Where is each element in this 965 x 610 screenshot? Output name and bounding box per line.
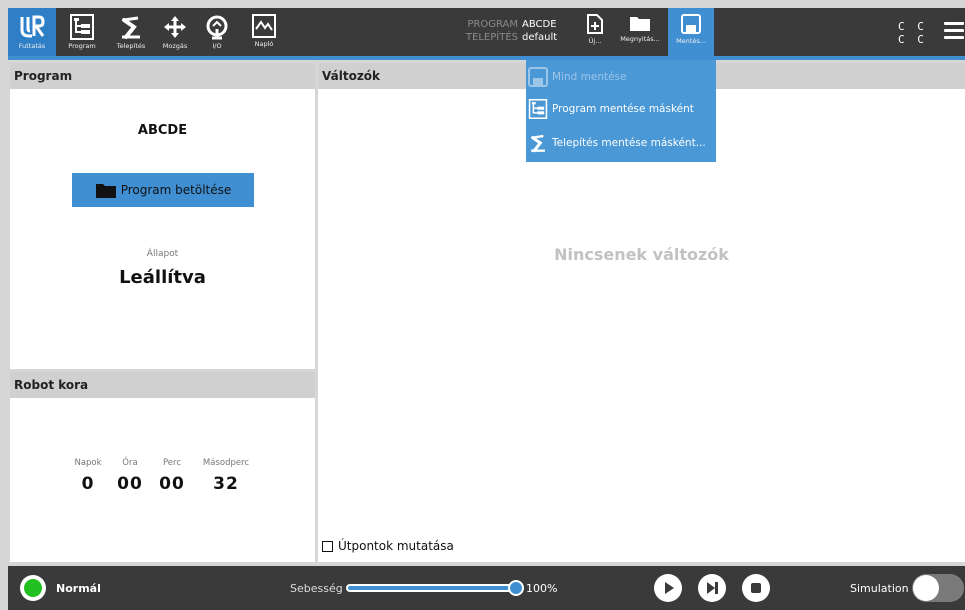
- robot-arm-icon: [531, 134, 545, 153]
- install-key: TELEPÍTÉS: [465, 32, 518, 43]
- state-value: Leállítva: [119, 267, 206, 288]
- nav-program-button[interactable]: Program: [58, 8, 106, 56]
- age-seconds-value: 32: [213, 474, 239, 494]
- simulation-toggle[interactable]: [912, 574, 964, 602]
- program-name: ABCDE: [137, 123, 188, 138]
- age-days-label: Napok: [74, 458, 102, 468]
- program-panel-title: Program: [10, 63, 315, 89]
- cc-indicator: C C C C: [898, 20, 927, 46]
- age-days: Napok 0: [68, 458, 108, 494]
- age-minutes: Perc 00: [152, 458, 192, 494]
- cc-line-1: C C: [898, 20, 927, 33]
- robot-age-panel: Napok 0 Óra 00 Perc 00 Másodperc 32: [10, 398, 315, 562]
- nav-io-label: I/O: [212, 42, 222, 50]
- folder-icon: [95, 184, 116, 198]
- age-minutes-label: Perc: [162, 458, 182, 468]
- ur-logo-icon: [20, 15, 45, 38]
- age-seconds: Másodperc 32: [194, 458, 258, 494]
- robot-age-title: Robot kora: [10, 372, 315, 398]
- simulation-toggle-knob: [913, 575, 939, 601]
- io-icon: [206, 15, 228, 40]
- load-program-button[interactable]: Program betöltése: [72, 173, 254, 207]
- no-variables-text: Nincsenek változók: [554, 245, 729, 264]
- nav-program-label: Program: [68, 42, 96, 50]
- folder-icon: [630, 17, 650, 31]
- install-value: default: [522, 32, 558, 43]
- hamburger-icon[interactable]: [944, 22, 964, 42]
- menu-save-program-as[interactable]: Program mentése másként: [526, 92, 716, 126]
- nav-log-button[interactable]: Napló: [238, 8, 290, 56]
- play-icon: [665, 582, 674, 594]
- show-waypoints-checkbox[interactable]: Útpontok mutatása: [322, 539, 454, 553]
- save-label: Mentés...: [676, 37, 706, 45]
- footer-bar: Normál Sebesség 100% Simulation: [8, 566, 965, 610]
- save-disk-icon: [681, 14, 701, 34]
- nav-move-button[interactable]: Mozgás: [154, 8, 196, 56]
- open-label: Megnyitás...: [620, 35, 660, 43]
- nav-move-label: Mozgás: [162, 42, 188, 50]
- play-button[interactable]: [654, 574, 682, 602]
- program-panel: ABCDE Program betöltése Állapot Leállítv…: [10, 89, 315, 369]
- nav-io-button[interactable]: I/O: [196, 8, 238, 56]
- robot-status: Normál: [56, 582, 101, 595]
- cc-line-2: C C: [898, 33, 927, 46]
- age-hours-label: Óra: [122, 458, 138, 468]
- nav-install-label: Telepítés: [116, 42, 146, 50]
- speed-slider-fill: [348, 586, 516, 590]
- log-chart-icon: [252, 14, 276, 38]
- speed-slider-thumb[interactable]: [508, 580, 524, 596]
- step-button[interactable]: [698, 574, 726, 602]
- menu-save-install-as[interactable]: Telepítés mentése másként...: [526, 126, 716, 160]
- step-icon: [707, 582, 718, 594]
- checkbox-box[interactable]: [322, 540, 333, 552]
- robot-arm-icon: [122, 16, 140, 39]
- open-button[interactable]: Megnyitás...: [614, 8, 666, 56]
- new-label: Új...: [588, 37, 602, 45]
- top-bar: Futtatás Program Telepítés Mozgás I/O Na…: [8, 8, 965, 60]
- state-caption: Állapot: [146, 249, 179, 259]
- save-button[interactable]: Mentés...: [668, 8, 714, 60]
- new-button[interactable]: Új...: [580, 8, 610, 56]
- new-file-icon: [587, 14, 603, 34]
- power-status-icon[interactable]: [20, 575, 46, 601]
- menu-save-program-as-label: Program mentése másként: [552, 103, 694, 115]
- speed-label: Sebesség: [290, 582, 343, 595]
- age-minutes-value: 00: [159, 474, 185, 494]
- age-seconds-label: Másodperc: [202, 458, 250, 468]
- save-disk-icon: [528, 67, 548, 87]
- top-bar-accent: [8, 56, 965, 60]
- speed-slider[interactable]: [346, 584, 518, 592]
- age-days-value: 0: [81, 474, 95, 494]
- load-program-label: Program betöltése: [120, 183, 232, 197]
- nav-run-button[interactable]: Futtatás: [8, 8, 56, 56]
- age-hours-value: 00: [117, 474, 143, 494]
- stop-icon: [751, 583, 761, 593]
- save-menu: Mind mentése Program mentése másként Tel…: [526, 60, 716, 162]
- program-info: PROGRAM ABCDE TELEPÍTÉS default: [460, 18, 557, 44]
- move-arrows-icon: [164, 16, 186, 38]
- simulation-label: Simulation: [850, 582, 909, 595]
- menu-save-all[interactable]: Mind mentése: [526, 60, 716, 94]
- menu-save-install-as-label: Telepítés mentése másként...: [552, 137, 706, 149]
- program-tree-icon: [528, 99, 548, 119]
- nav-install-button[interactable]: Telepítés: [108, 8, 154, 56]
- stop-button[interactable]: [742, 574, 770, 602]
- nav-log-label: Napló: [254, 40, 274, 48]
- program-value: ABCDE: [522, 19, 557, 30]
- age-hours: Óra 00: [110, 458, 150, 494]
- show-waypoints-label: Útpontok mutatása: [338, 539, 454, 553]
- menu-save-all-label: Mind mentése: [552, 71, 627, 83]
- speed-value: 100%: [526, 582, 558, 595]
- program-key: PROGRAM: [467, 19, 518, 30]
- program-tree-icon: [70, 14, 94, 40]
- nav-run-label: Futtatás: [18, 42, 46, 50]
